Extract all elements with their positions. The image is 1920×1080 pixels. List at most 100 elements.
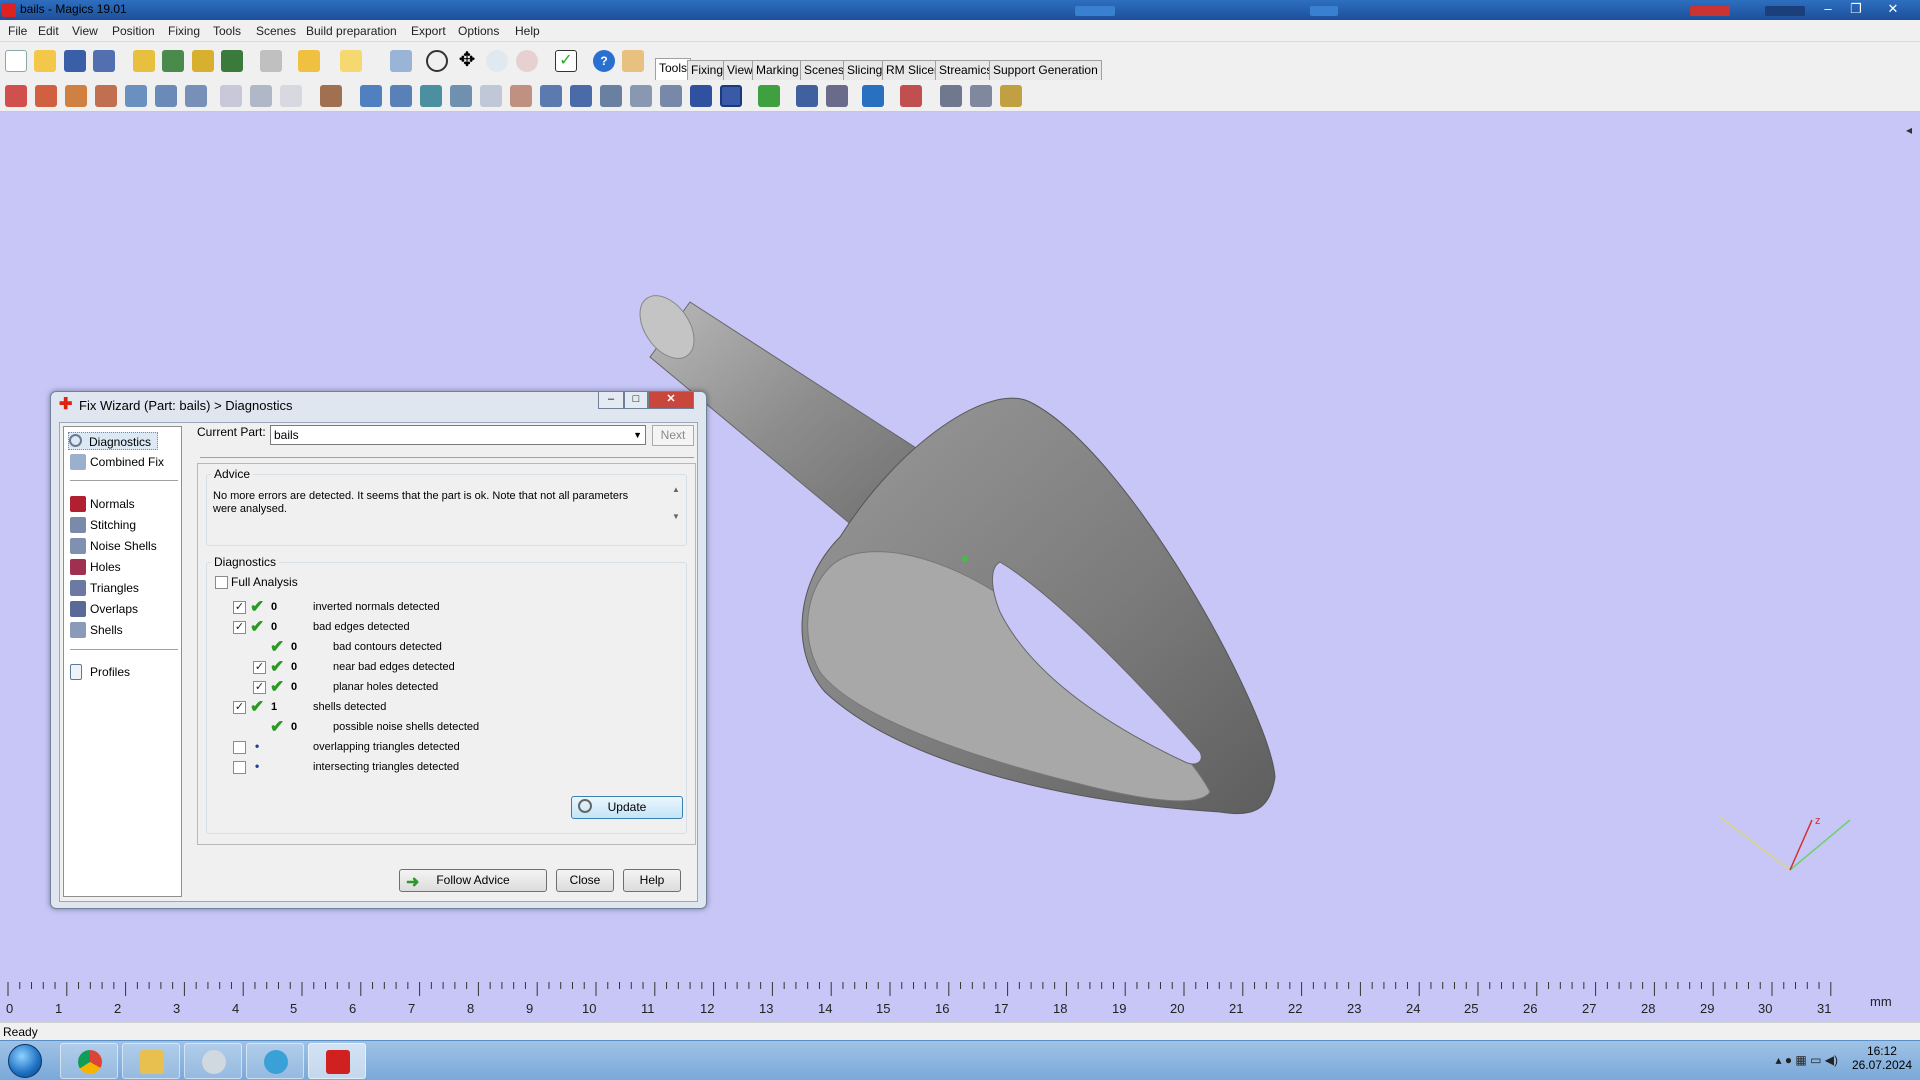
menu-options[interactable]: Options — [458, 24, 499, 38]
label-icon[interactable] — [720, 85, 742, 107]
redo-icon[interactable] — [340, 50, 362, 72]
menu-position[interactable]: Position — [112, 24, 155, 38]
tab-fixing[interactable]: Fixing — [687, 60, 728, 80]
zoom-window-icon[interactable] — [516, 50, 538, 72]
overlapping-triangles-checkbox[interactable] — [233, 741, 246, 754]
tab-support-generation[interactable]: Support Generation — [989, 60, 1102, 80]
restore-button[interactable]: ❐ — [1843, 0, 1869, 18]
help-button[interactable]: Help — [623, 869, 681, 892]
current-part-select[interactable]: bails ▼ — [270, 425, 646, 445]
next-button[interactable]: Next — [652, 425, 694, 446]
shell-icon[interactable] — [540, 85, 562, 107]
advice-scrollbar[interactable]: ▲ ▼ — [669, 485, 683, 535]
smoothing-icon[interactable] — [630, 85, 652, 107]
nav-holes[interactable]: Holes — [70, 558, 121, 576]
nav-normals[interactable]: Normals — [70, 495, 135, 513]
split-icon[interactable] — [280, 85, 302, 107]
inverted-normals-checkbox[interactable]: ✓ — [233, 601, 246, 614]
shells-checkbox[interactable]: ✓ — [233, 701, 246, 714]
fix-wizard-icon[interactable]: ✓ — [555, 50, 577, 72]
menu-export[interactable]: Export — [411, 24, 446, 38]
follow-advice-button[interactable]: ➜ Follow Advice — [399, 869, 547, 892]
menu-tools[interactable]: Tools — [213, 24, 241, 38]
select-icon[interactable] — [390, 50, 412, 72]
bad-edges-checkbox[interactable]: ✓ — [233, 621, 246, 634]
load-scene-icon[interactable] — [192, 50, 214, 72]
save-as-icon[interactable] — [93, 50, 115, 72]
nav-stitching[interactable]: Stitching — [70, 516, 136, 534]
menu-help[interactable]: Help — [515, 24, 540, 38]
open-folder-icon[interactable] — [34, 50, 56, 72]
wall-thickness-icon[interactable] — [570, 85, 592, 107]
close-button[interactable]: Close — [556, 869, 614, 892]
dialog-minimize-button[interactable]: – — [598, 392, 624, 409]
taskbar-chrome[interactable] — [60, 1043, 118, 1079]
hollow-icon[interactable] — [390, 85, 412, 107]
zoom-icon[interactable] — [486, 50, 508, 72]
nav-noise-shells[interactable]: Noise Shells — [70, 537, 157, 555]
extrude-icon[interactable] — [510, 85, 532, 107]
rotate-default-icon[interactable] — [95, 85, 117, 107]
tab-slicing[interactable]: Slicing — [843, 60, 887, 80]
align-icon[interactable] — [220, 85, 242, 107]
menu-file[interactable]: File — [8, 24, 27, 38]
section-icon[interactable] — [796, 85, 818, 107]
menu-fixing[interactable]: Fixing — [168, 24, 200, 38]
tab-marking[interactable]: Marking — [752, 60, 803, 80]
save-icon[interactable] — [64, 50, 86, 72]
cut-icon[interactable] — [450, 85, 472, 107]
nav-diagnostics[interactable]: Diagnostics — [68, 432, 158, 450]
new-file-icon[interactable] — [5, 50, 27, 72]
undo-icon[interactable] — [298, 50, 320, 72]
part-info-icon[interactable] — [862, 85, 884, 107]
offset-icon[interactable] — [420, 85, 442, 107]
translate-icon[interactable] — [5, 85, 27, 107]
menu-edit[interactable]: Edit — [38, 24, 59, 38]
nav-shells[interactable]: Shells — [70, 621, 123, 639]
taskbar-app[interactable] — [246, 1043, 304, 1079]
mirror-icon[interactable] — [155, 85, 177, 107]
hand-tool-icon[interactable] — [320, 85, 342, 107]
menu-view[interactable]: View — [72, 24, 98, 38]
near-bad-edges-checkbox[interactable]: ✓ — [253, 661, 266, 674]
taskbar-magics[interactable] — [308, 1043, 366, 1079]
surface-icon[interactable] — [660, 85, 682, 107]
punch-icon[interactable] — [480, 85, 502, 107]
lattice-icon[interactable] — [970, 85, 992, 107]
axis-icon[interactable] — [826, 85, 848, 107]
tab-rm-slicer[interactable]: RM Slicer — [882, 60, 943, 80]
nesting-icon[interactable] — [1000, 85, 1022, 107]
save-part-icon[interactable] — [162, 50, 184, 72]
dialog-close-button[interactable]: ✕ — [648, 392, 694, 409]
collision-icon[interactable] — [900, 85, 922, 107]
intersecting-triangles-checkbox[interactable] — [233, 761, 246, 774]
close-window-button[interactable]: ✕ — [1880, 0, 1906, 18]
tab-tools[interactable]: Tools — [655, 58, 692, 80]
settings-icon[interactable] — [940, 85, 962, 107]
scale-icon[interactable] — [125, 85, 147, 107]
boolean-icon[interactable] — [360, 85, 382, 107]
start-button[interactable] — [2, 1042, 50, 1080]
update-button[interactable]: Update — [571, 796, 683, 819]
taskbar-paint[interactable] — [184, 1043, 242, 1079]
rotate-view-icon[interactable] — [426, 50, 448, 72]
nav-overlaps[interactable]: Overlaps — [70, 600, 138, 618]
minimize-button[interactable]: – — [1815, 0, 1841, 18]
viewport-corner-arrow[interactable]: ◂ — [1906, 123, 1912, 137]
help-icon[interactable]: ? — [593, 50, 615, 72]
translate-default-icon[interactable] — [35, 85, 57, 107]
tray-icons[interactable]: ▴ ● ▦ ▭ ◀) — [1775, 1053, 1838, 1067]
nav-profiles[interactable]: Profiles — [70, 663, 130, 681]
planar-holes-checkbox[interactable]: ✓ — [253, 681, 266, 694]
dialog-maximize-button[interactable]: □ — [624, 392, 648, 409]
import-part-icon[interactable] — [133, 50, 155, 72]
taskbar-explorer[interactable] — [122, 1043, 180, 1079]
unload-part-icon[interactable] — [221, 50, 243, 72]
measure-icon[interactable] — [758, 85, 780, 107]
clock[interactable]: 16:12 26.07.2024 — [1852, 1044, 1912, 1072]
tab-streamics[interactable]: Streamics — [935, 60, 997, 80]
nav-triangles[interactable]: Triangles — [70, 579, 139, 597]
nav-combined-fix[interactable]: Combined Fix — [70, 453, 164, 471]
menu-build-preparation[interactable]: Build preparation — [306, 24, 397, 38]
triangle-reduction-icon[interactable] — [600, 85, 622, 107]
